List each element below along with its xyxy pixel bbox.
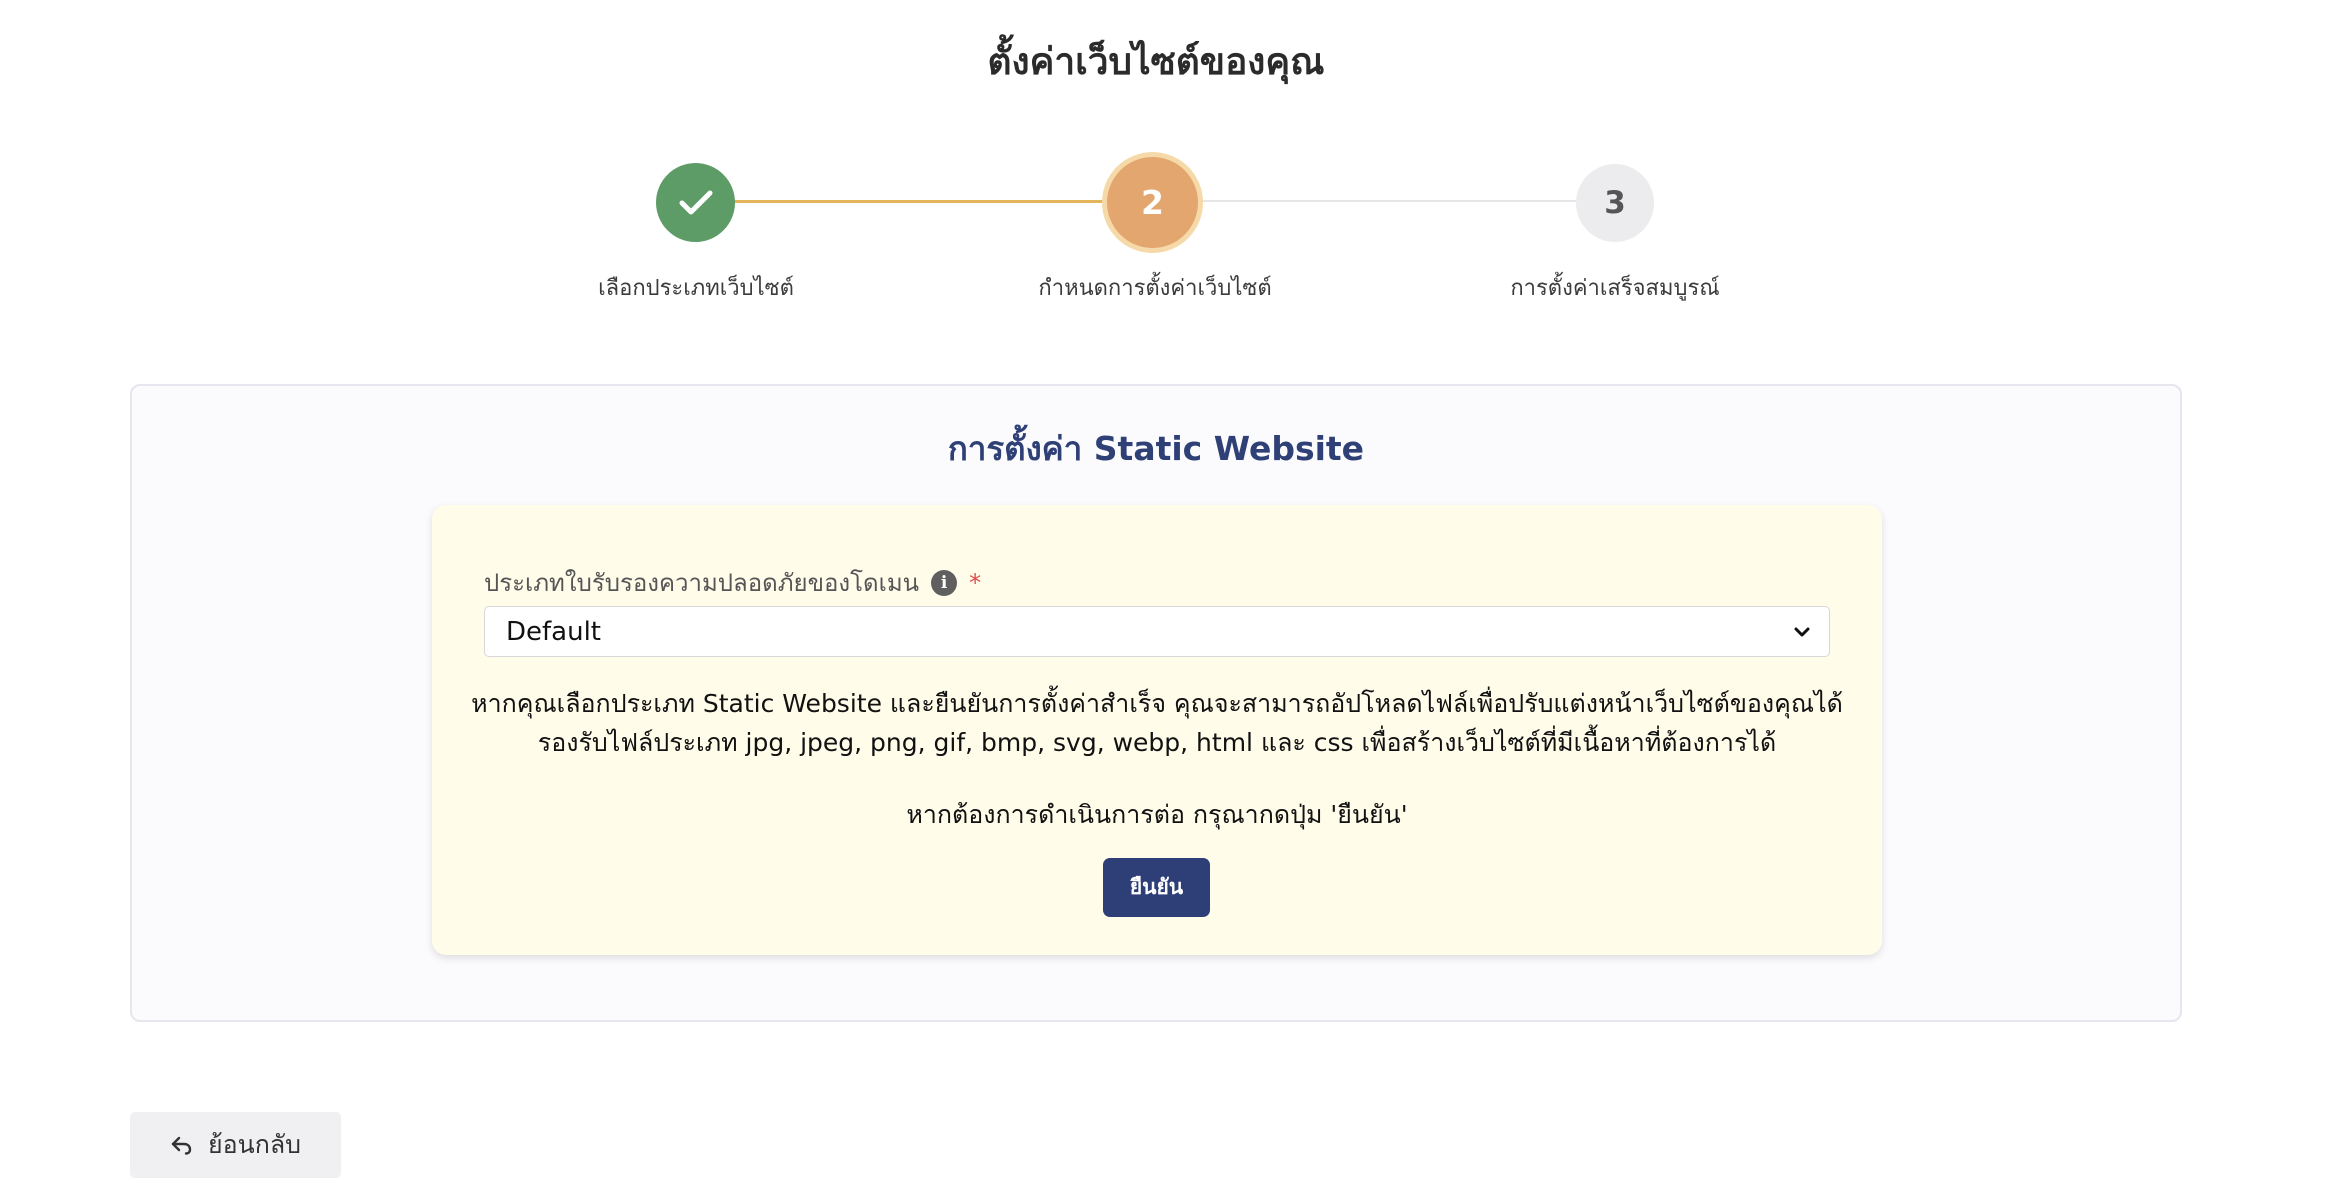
info-icon[interactable]: i	[931, 569, 958, 596]
ssl-type-select[interactable]: Default	[484, 606, 1830, 657]
step-2-circle: 2	[1107, 157, 1198, 248]
step-1-circle	[656, 163, 735, 242]
ssl-type-selected-value: Default	[506, 616, 601, 647]
undo-arrow-icon	[171, 1136, 192, 1155]
back-button[interactable]: ย้อนกลับ	[130, 1112, 341, 1178]
chevron-down-icon	[1794, 627, 1810, 636]
stepper: 2 3 เลือกประเภทเว็บไซต์ กำหนดการตั้งค่าเ…	[0, 0, 2330, 320]
check-icon	[679, 190, 712, 214]
step-1-label: เลือกประเภทเว็บไซต์	[598, 276, 794, 301]
description-line-2: รองรับไฟล์ประเภท jpg, jpeg, png, gif, bm…	[537, 728, 1777, 757]
confirm-button[interactable]: ยืนยัน	[1103, 858, 1210, 917]
step-3-circle: 3	[1576, 164, 1654, 242]
setup-page: ตั้งค่าเว็บไซต์ของคุณ 2 3 เลือกประเภทเว็…	[0, 0, 2330, 1192]
description-line-1: หากคุณเลือกประเภท Static Website และยืนย…	[471, 689, 1843, 718]
step-connector-pending	[1195, 200, 1580, 202]
step-connector-completed	[733, 200, 1113, 203]
step-2-label: กำหนดการตั้งค่าเว็บไซต์	[1038, 276, 1272, 301]
ssl-type-label-text: ประเภทใบรับรองความปลอดภัยของโดเมน	[484, 569, 920, 597]
card-title: การตั้งค่า Static Website	[947, 429, 1365, 468]
ssl-type-label: ประเภทใบรับรองความปลอดภัยของโดเมน i *	[484, 563, 981, 602]
required-mark: *	[969, 568, 982, 597]
instruction-text: หากต้องการดำเนินการต่อ กรุณากดปุ่ม 'ยืนย…	[906, 800, 1408, 829]
description: หากคุณเลือกประเภท Static Website และยืนย…	[432, 684, 1882, 762]
step-3-label: การตั้งค่าเสร็จสมบูรณ์	[1510, 276, 1720, 301]
back-button-label: ย้อนกลับ	[207, 1130, 302, 1159]
